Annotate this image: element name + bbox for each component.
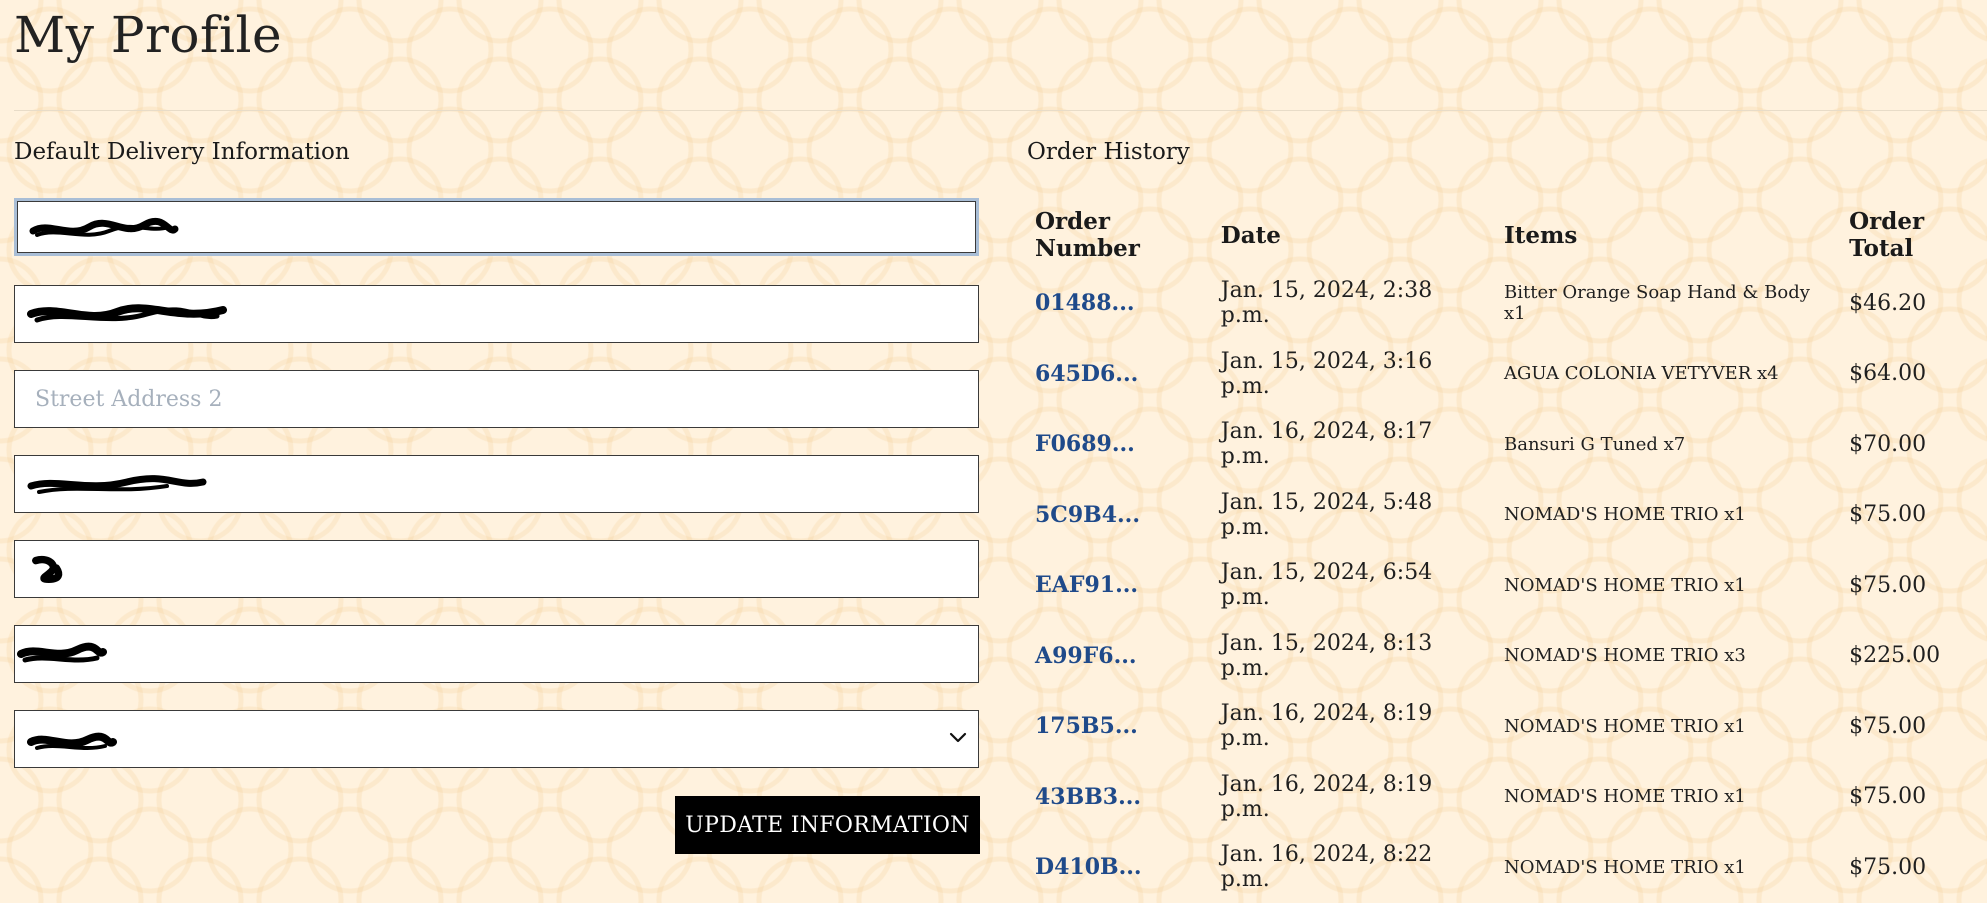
order-date: Jan. 16, 2024, 8:19 p.m. <box>1220 771 1433 822</box>
street-address-2-field[interactable]: Street Address 2 <box>14 370 979 428</box>
delivery-section-title: Default Delivery Information <box>14 139 350 165</box>
column-header-order-total: Order Total <box>1849 208 1925 262</box>
order-items: NOMAD'S HOME TRIO x1 <box>1504 786 1746 808</box>
order-total: $75.00 <box>1849 502 1927 528</box>
order-number-link[interactable]: D410B... <box>1035 854 1142 880</box>
redaction-scribble <box>27 475 207 494</box>
table-row: 645D6... Jan. 15, 2024, 3:16 p.m. AGUA C… <box>1027 339 1987 410</box>
order-date: Jan. 16, 2024, 8:22 p.m. <box>1220 842 1433 893</box>
order-total: $70.00 <box>1849 431 1927 457</box>
street-address-2-placeholder: Street Address 2 <box>35 386 223 412</box>
order-number-link[interactable]: 01488... <box>1035 290 1135 316</box>
redaction-scribble <box>27 732 117 750</box>
county-field[interactable] <box>14 540 979 598</box>
table-row: D410B... Jan. 16, 2024, 8:22 p.m. NOMAD'… <box>1027 832 1987 903</box>
order-number-link[interactable]: 645D6... <box>1035 361 1138 387</box>
order-date: Jan. 15, 2024, 3:16 p.m. <box>1220 348 1433 399</box>
order-items: NOMAD'S HOME TRIO x1 <box>1504 574 1746 596</box>
country-select[interactable] <box>14 710 979 768</box>
order-number-link[interactable]: 43BB3... <box>1035 784 1141 810</box>
table-row: 5C9B4... Jan. 15, 2024, 5:48 p.m. NOMAD'… <box>1027 480 1987 551</box>
order-date: Jan. 16, 2024, 8:17 p.m. <box>1220 419 1433 470</box>
order-number-link[interactable]: EAF91... <box>1035 572 1138 598</box>
redaction-scribble <box>17 642 107 663</box>
column-header-items: Items <box>1504 221 1578 249</box>
order-number-link[interactable]: A99F6... <box>1035 643 1137 669</box>
order-total: $75.00 <box>1849 854 1927 880</box>
order-date: Jan. 16, 2024, 8:19 p.m. <box>1220 701 1433 752</box>
table-row: 01488... Jan. 15, 2024, 2:38 p.m. Bitter… <box>1027 268 1987 339</box>
order-total: $225.00 <box>1849 643 1941 669</box>
order-items: NOMAD'S HOME TRIO x1 <box>1504 504 1746 526</box>
update-information-button[interactable]: UPDATE INFORMATION <box>675 796 980 854</box>
order-date: Jan. 15, 2024, 2:38 p.m. <box>1220 278 1433 329</box>
order-date: Jan. 15, 2024, 5:48 p.m. <box>1220 489 1433 540</box>
order-number-link[interactable]: 5C9B4... <box>1035 502 1140 528</box>
order-number-link[interactable]: 175B5... <box>1035 713 1138 739</box>
order-items: NOMAD'S HOME TRIO x1 <box>1504 856 1746 878</box>
order-total: $75.00 <box>1849 572 1927 598</box>
column-header-order-number: Order Number <box>1035 208 1140 262</box>
order-date: Jan. 15, 2024, 6:54 p.m. <box>1220 560 1433 611</box>
table-row: EAF91... Jan. 15, 2024, 6:54 p.m. NOMAD'… <box>1027 550 1987 621</box>
page-title: My Profile <box>14 6 283 64</box>
table-header-row: Order Number Date Items Order Total <box>1027 200 1987 268</box>
order-history-table: Order Number Date Items Order Total 0148… <box>1027 200 1987 903</box>
order-total: $46.20 <box>1849 290 1927 316</box>
table-row: F0689... Jan. 16, 2024, 8:17 p.m. Bansur… <box>1027 409 1987 480</box>
postcode-field[interactable] <box>14 625 979 683</box>
order-date: Jan. 15, 2024, 8:13 p.m. <box>1220 630 1433 681</box>
order-total: $64.00 <box>1849 361 1927 387</box>
redaction-scribble <box>32 555 63 583</box>
chevron-down-icon[interactable] <box>946 725 970 749</box>
order-items: NOMAD'S HOME TRIO x3 <box>1504 645 1746 667</box>
town-city-field[interactable] <box>14 455 979 513</box>
table-row: A99F6... Jan. 15, 2024, 8:13 p.m. NOMAD'… <box>1027 621 1987 692</box>
order-number-link[interactable]: F0689... <box>1035 431 1135 457</box>
order-total: $75.00 <box>1849 784 1927 810</box>
order-items: NOMAD'S HOME TRIO x1 <box>1504 715 1746 737</box>
order-history-title: Order History <box>1027 139 1190 165</box>
phone-number-field[interactable] <box>14 198 979 256</box>
column-header-date: Date <box>1220 221 1281 249</box>
header-divider <box>14 110 1987 111</box>
table-row: 175B5... Jan. 16, 2024, 8:19 p.m. NOMAD'… <box>1027 691 1987 762</box>
order-items: AGUA COLONIA VETYVER x4 <box>1504 363 1779 385</box>
redaction-scribble <box>29 217 179 237</box>
order-items: Bitter Orange Soap Hand & Body x1 <box>1504 282 1810 325</box>
table-row: 43BB3... Jan. 16, 2024, 8:19 p.m. NOMAD'… <box>1027 762 1987 833</box>
order-total: $75.00 <box>1849 713 1927 739</box>
redaction-scribble <box>27 304 227 323</box>
street-address-1-field[interactable] <box>14 285 979 343</box>
order-items: Bansuri G Tuned x7 <box>1504 433 1686 455</box>
